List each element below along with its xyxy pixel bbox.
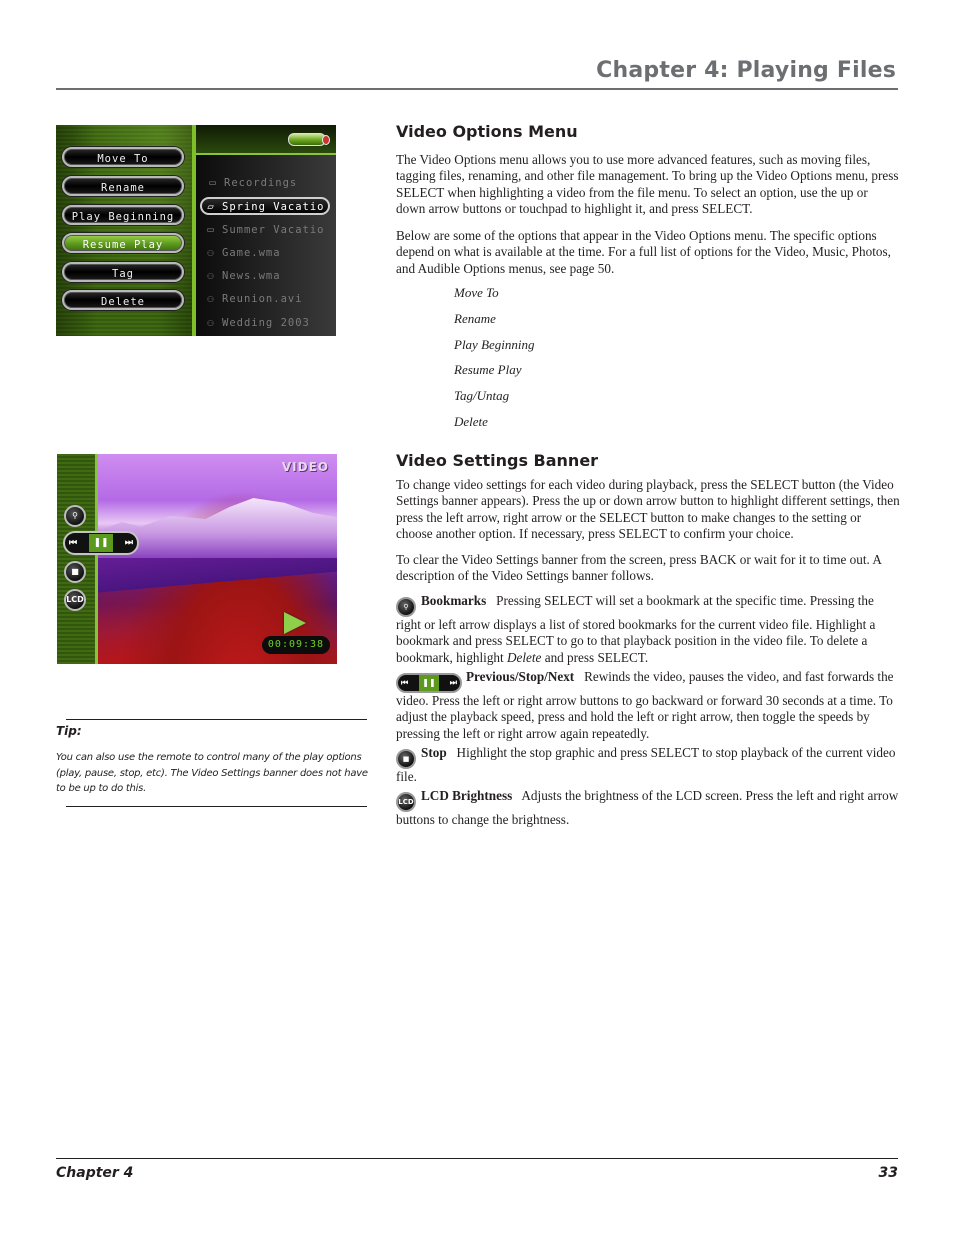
option-resume-play: Resume Play	[454, 362, 522, 378]
transport-controls: ⏮ ❚❚ ⏭	[63, 531, 139, 555]
video-camera-icon: ⚇	[207, 246, 215, 259]
bookmarks-description: ⚲ Bookmarks Pressing SELECT will set a bo…	[396, 593, 876, 665]
play-icon	[284, 612, 306, 634]
video-label: VIDEO	[281, 460, 329, 474]
file-item: ⚇ Wedding 2003	[204, 314, 336, 332]
lcd-brightness-description: LCD LCD Brightness Adjusts the brightness…	[396, 788, 899, 827]
timecode: 00:09:38	[262, 636, 330, 654]
previous-stop-next-description: ⏮ ❚❚ ⏭ Previous/Stop/Next Rewinds the video…	[396, 669, 894, 741]
menu-button-rename: Rename	[62, 176, 184, 196]
file-list-panel: ▭ Recordings ▱ Spring Vacatio ▭ Summer Vaca…	[196, 125, 336, 336]
option-rename: Rename	[454, 310, 496, 326]
header-rule	[56, 88, 898, 90]
next-icon: ⏭	[124, 538, 133, 548]
video-options-heading: Video Options Menu	[396, 122, 578, 141]
menu-panel: Move To Rename Play Beginning Resume Pla…	[56, 125, 192, 336]
video-camera-icon: ⚇	[207, 269, 215, 282]
video-options-para-2: Below are some of the options that appea…	[396, 228, 891, 276]
menu-button-delete: Delete	[62, 290, 184, 310]
menu-button-resume-play: Resume Play	[62, 233, 184, 253]
video-settings-screenshot: VIDEO ⚲ ⏮ ❚❚ ⏭ ■ LCD 00:09:38	[57, 454, 337, 664]
menu-button-move-to: Move To	[62, 147, 184, 167]
pause-icon: ❚❚	[89, 534, 113, 552]
footer-chapter: Chapter 4	[56, 1165, 134, 1181]
stop-icon: ■	[396, 749, 416, 769]
options-menu-screenshot: Move To Rename Play Beginning Resume Pla…	[56, 125, 336, 336]
video-camera-icon: ⚇	[207, 316, 215, 329]
page-number: 33	[878, 1165, 898, 1181]
tip-text: You can also use the remote to control m…	[56, 752, 368, 794]
chapter-title: Chapter 4: Playing Files	[596, 58, 896, 83]
file-item: ⚇ Game.wma	[204, 244, 336, 262]
option-play-beginning: Play Beginning	[454, 336, 535, 352]
tip-bottom-rule	[66, 806, 367, 807]
previous-icon: ⏮	[69, 538, 78, 548]
folder-icon: ▭	[207, 223, 215, 236]
footer-rule	[56, 1158, 898, 1159]
video-settings-para-2: To clear the Video Settings banner from …	[396, 552, 882, 584]
lcd-icon: LCD	[64, 589, 86, 611]
file-item: ⚇ Reunion.avi	[204, 290, 336, 308]
video-options-para-1: The Video Options menu allows you to use…	[396, 152, 899, 216]
option-delete: Delete	[454, 413, 488, 429]
file-item: ▭ Recordings	[206, 174, 336, 192]
folder-open-icon: ▱	[207, 200, 215, 213]
file-item: ▭ Summer Vacatio	[204, 221, 336, 239]
bookmark-icon: ⚲	[64, 505, 86, 527]
lcd-icon: LCD	[396, 792, 416, 812]
video-settings-para-1: To change video settings for each video …	[396, 477, 900, 541]
folder-icon: ▭	[209, 176, 217, 189]
stop-icon: ■	[64, 561, 86, 583]
file-item: ⚇ News.wma	[204, 267, 336, 285]
bookmark-icon: ⚲	[396, 597, 416, 617]
tip-top-rule	[66, 719, 367, 720]
video-settings-heading: Video Settings Banner	[396, 451, 599, 470]
transport-icon: ⏮ ❚❚ ⏭	[396, 673, 462, 694]
menu-button-tag: Tag	[62, 262, 184, 282]
option-tag-untag: Tag/Untag	[454, 388, 510, 404]
tip-label: Tip:	[56, 724, 82, 738]
file-item-selected: ▱ Spring Vacatio	[200, 197, 330, 215]
settings-banner	[57, 454, 95, 664]
menu-button-play-beginning: Play Beginning	[62, 205, 184, 225]
stop-description: ■ Stop Highlight the stop graphic and pre…	[396, 745, 896, 784]
option-move-to: Move To	[454, 285, 499, 300]
video-options-list: Move To Rename Play Beginning Resume Pla…	[454, 284, 535, 439]
battery-icon	[288, 133, 330, 146]
video-camera-icon: ⚇	[207, 292, 215, 305]
